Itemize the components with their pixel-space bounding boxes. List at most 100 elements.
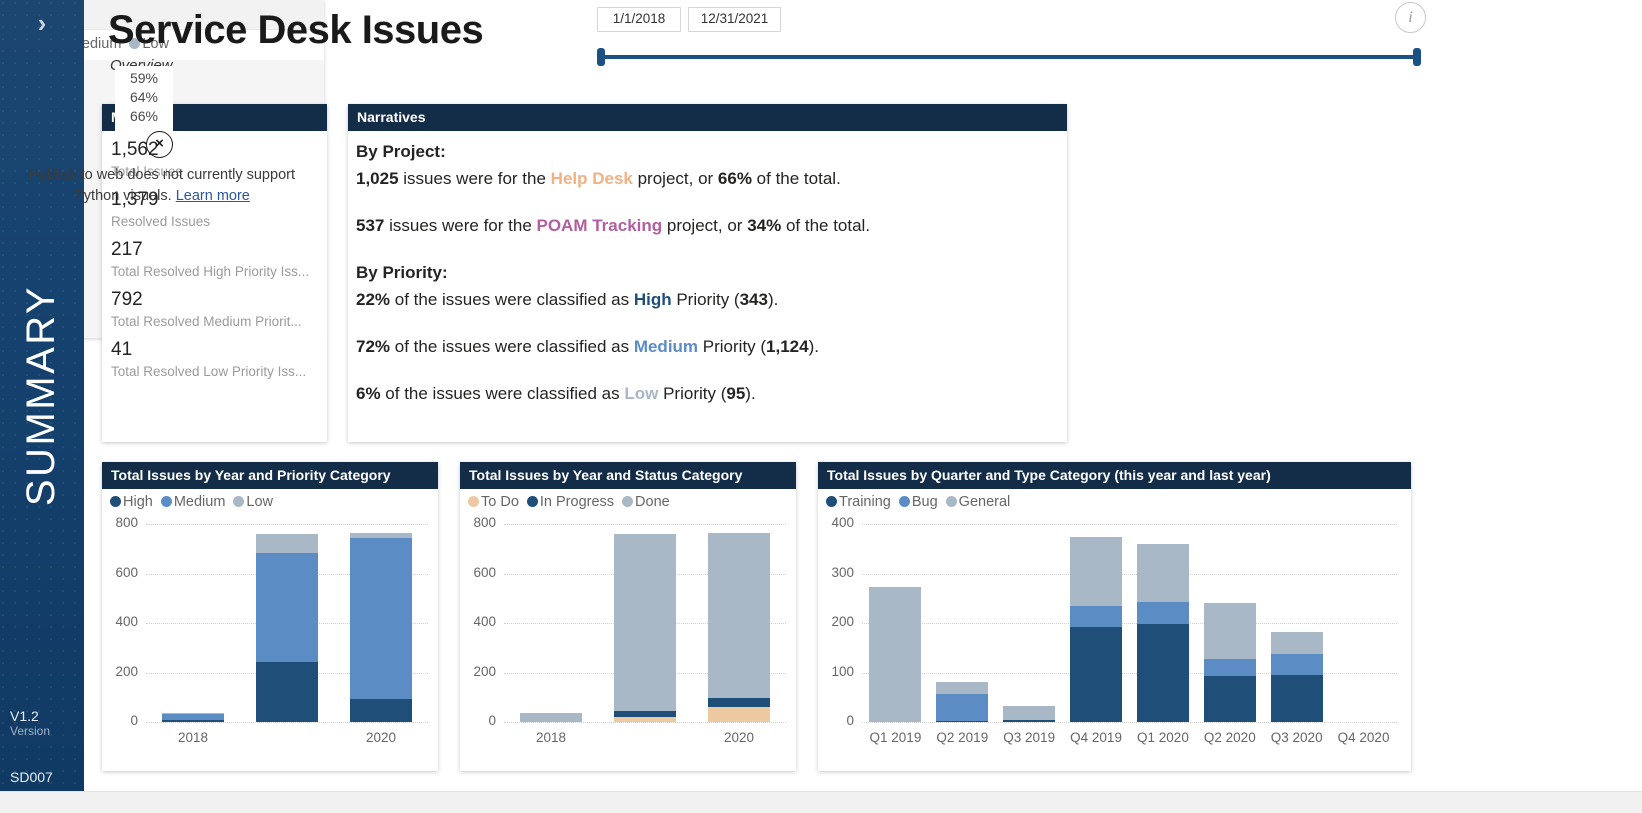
- legend-item-high[interactable]: High: [110, 494, 153, 510]
- legend-item-general[interactable]: General: [946, 494, 1011, 510]
- bar-segment-bug[interactable]: [1070, 606, 1122, 627]
- bar-q1-2020[interactable]: [1137, 524, 1189, 722]
- narrative-pr2-tail: ).: [809, 337, 819, 356]
- bar-segment-training[interactable]: [1070, 627, 1122, 722]
- bar-segment-training[interactable]: [1204, 676, 1256, 722]
- bar-segment-training[interactable]: [1271, 675, 1323, 722]
- narratives-by-priority-heading: By Priority:: [356, 259, 1067, 286]
- legend-item-done[interactable]: Done: [622, 494, 670, 510]
- bar-q4-2020[interactable]: [1338, 524, 1390, 722]
- y-axis-tick-label: 800: [460, 515, 496, 530]
- bar-q3-2019[interactable]: [1003, 524, 1055, 722]
- bar-2019[interactable]: [614, 524, 676, 722]
- narrative-pr2-count: 1,124: [766, 337, 809, 356]
- legend-item-medium[interactable]: Medium: [161, 494, 226, 510]
- bar-segment-general[interactable]: [1271, 632, 1323, 654]
- narrative-priority-line-1: 22% of the issues were classified as Hig…: [356, 286, 1067, 313]
- narrative-project-line-2: 537 issues were for the POAM Tracking pr…: [356, 212, 1067, 239]
- bar-q3-2020[interactable]: [1271, 524, 1323, 722]
- bar-2018[interactable]: [520, 524, 582, 722]
- legend-item-bug[interactable]: Bug: [899, 494, 938, 510]
- bar-segment-medium[interactable]: [350, 538, 412, 699]
- bar-q1-2019[interactable]: [869, 524, 921, 722]
- bar-segment-bug[interactable]: [1137, 602, 1189, 623]
- date-range-end-input[interactable]: 12/31/2021: [688, 7, 781, 32]
- bar-segment-to-do[interactable]: [614, 717, 676, 722]
- legend-item-low[interactable]: Low: [233, 494, 273, 510]
- narratives-body: By Project: 1,025 issues were for the He…: [348, 131, 1067, 407]
- bar-segment-low[interactable]: [256, 534, 318, 553]
- date-range-slider-handle-left[interactable]: [597, 48, 605, 66]
- rail-page-title-text: SUMMARY: [20, 285, 65, 506]
- legend-label: Bug: [912, 494, 938, 510]
- date-range-slider-track[interactable]: [599, 55, 1421, 59]
- bar-segment-high[interactable]: [162, 720, 224, 722]
- bar-segment-general[interactable]: [1137, 544, 1189, 602]
- legend-item-training[interactable]: Training: [826, 494, 891, 510]
- bar-segment-training[interactable]: [1137, 624, 1189, 723]
- bar-segment-general[interactable]: [936, 682, 988, 694]
- y-axis-tick-label: 200: [102, 664, 138, 679]
- bar-segment-bug[interactable]: [1271, 654, 1323, 675]
- bar-segment-high[interactable]: [350, 699, 412, 722]
- narrative-p2-mid2: project, or: [662, 216, 747, 235]
- bar-segment-done[interactable]: [520, 713, 582, 722]
- python-visual-percent-stack: 59%64%66%: [115, 66, 173, 131]
- bar-segment-in-progress[interactable]: [614, 711, 676, 716]
- chart3-title: Total Issues by Quarter and Type Categor…: [818, 462, 1411, 489]
- bar-segment-training[interactable]: [1003, 720, 1055, 722]
- x-axis-tick-label: Q2 2020: [1196, 730, 1263, 745]
- bar-q2-2020[interactable]: [1204, 524, 1256, 722]
- bar-segment-medium[interactable]: [256, 553, 318, 662]
- legend-item-to-do[interactable]: To Do: [468, 494, 519, 510]
- bar-segment-general[interactable]: [1003, 706, 1055, 720]
- rail-code-block: SD007: [10, 769, 53, 785]
- bar-segment-high[interactable]: [256, 662, 318, 722]
- bar-segment-general[interactable]: [1070, 537, 1122, 606]
- date-range-slicer[interactable]: 1/1/2018 12/31/2021: [597, 5, 1422, 67]
- legend-item-in-progress[interactable]: In Progress: [527, 494, 614, 510]
- bar-segment-to-do[interactable]: [708, 707, 770, 722]
- bar-2018[interactable]: [162, 524, 224, 722]
- legend-dot-icon: [826, 496, 837, 507]
- bar-segment-done[interactable]: [708, 533, 770, 698]
- info-icon[interactable]: i: [1395, 2, 1426, 33]
- bar-segment-general[interactable]: [869, 587, 921, 722]
- bar-2020[interactable]: [350, 524, 412, 722]
- date-range-start-input[interactable]: 1/1/2018: [597, 7, 681, 32]
- bar-segment-training[interactable]: [936, 721, 988, 722]
- chart1-title: Total Issues by Year and Priority Catego…: [102, 462, 438, 489]
- bar-segment-general[interactable]: [1204, 603, 1256, 658]
- x-axis-tick-label: Q3 2019: [996, 730, 1063, 745]
- y-axis-tick-label: 800: [102, 515, 138, 530]
- bar-2019[interactable]: [256, 524, 318, 722]
- error-circle-x-icon: ×: [146, 131, 173, 158]
- bar-2020[interactable]: [708, 524, 770, 722]
- x-axis-tick-label: 2018: [504, 730, 598, 745]
- narrative-priority-line-3: 6% of the issues were classified as Low …: [356, 380, 1067, 407]
- bar-segment-done[interactable]: [614, 534, 676, 711]
- chart3-plot: 0100200300400Q1 2019Q2 2019Q3 2019Q4 201…: [818, 510, 1411, 762]
- x-axis-tick-label: 2020: [692, 730, 786, 745]
- chart3-legend: Training Bug General: [818, 489, 1411, 510]
- y-axis-tick-label: 400: [102, 614, 138, 629]
- bar-segment-bug[interactable]: [1204, 659, 1256, 676]
- narrative-pr3-count: 95: [726, 384, 745, 403]
- bar-segment-medium[interactable]: [162, 713, 224, 720]
- legend-dot-icon: [622, 496, 633, 507]
- bar-segment-in-progress[interactable]: [708, 698, 770, 707]
- gridline: [862, 722, 1397, 723]
- date-range-slider-handle-right[interactable]: [1413, 48, 1421, 66]
- y-axis-tick-label: 0: [102, 713, 138, 728]
- bar-q4-2019[interactable]: [1070, 524, 1122, 722]
- narrative-pr3-pct: 6%: [356, 384, 381, 403]
- legend-label: High: [123, 494, 153, 510]
- bar-q2-2019[interactable]: [936, 524, 988, 722]
- metric-label-2: Total Resolved High Priority Iss...: [111, 262, 316, 282]
- narrative-p1-project: Help Desk: [551, 169, 633, 188]
- bar-segment-bug[interactable]: [936, 694, 988, 721]
- rail-code-value: SD007: [10, 769, 53, 785]
- rail-version-label: Version: [10, 724, 50, 739]
- bar-segment-low[interactable]: [350, 533, 412, 537]
- learn-more-link[interactable]: Learn more: [176, 188, 250, 204]
